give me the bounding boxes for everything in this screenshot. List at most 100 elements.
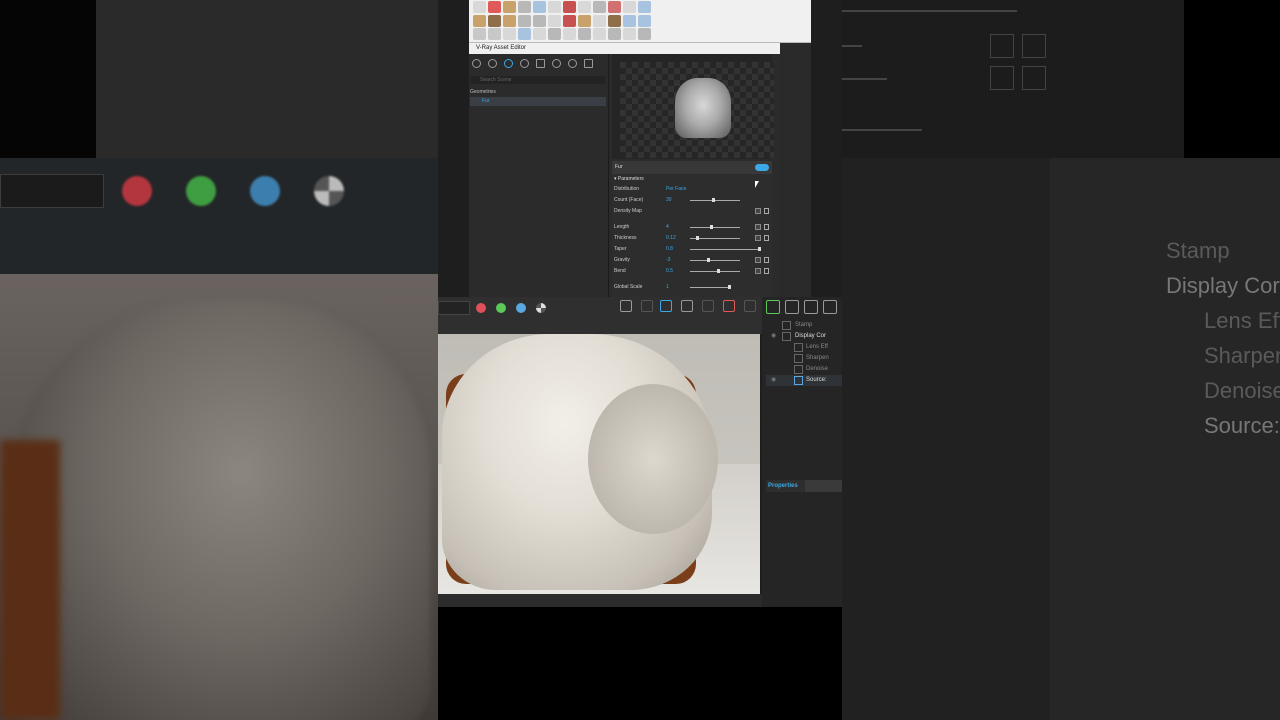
eye-icon[interactable]: ◉ [771,375,776,386]
line-tool-icon[interactable] [518,1,531,13]
slider-knob[interactable] [712,198,715,202]
save-layers-icon[interactable] [804,300,818,314]
eraser-icon[interactable] [488,1,501,13]
slider-knob[interactable] [758,247,761,251]
properties-tab[interactable] [805,480,842,492]
render-icon[interactable] [744,300,756,312]
layer-item[interactable]: Stamp [766,320,842,331]
scale-tool-icon[interactable] [608,1,621,13]
load-layers-icon[interactable] [823,300,837,314]
param-value-input[interactable]: -3 [666,257,670,264]
eye-icon[interactable]: ◉ [771,331,776,342]
move-tool-icon[interactable] [578,1,591,13]
material-icon[interactable] [503,15,516,27]
layer-item[interactable]: ◉ Display Cor [766,331,842,342]
render-elements-icon[interactable] [536,59,545,68]
settings-icon[interactable] [552,59,561,68]
track-mouse-icon[interactable] [681,300,693,312]
view-icon[interactable] [563,28,576,40]
rectangle-tool-icon[interactable] [548,1,561,13]
alpha-channel-button[interactable] [536,303,546,313]
layer-item[interactable]: Denoise [766,364,842,375]
slider-knob[interactable] [710,225,713,229]
search-input[interactable]: Search Scene [471,76,605,84]
view-icon[interactable] [578,28,591,40]
delete-layer-icon[interactable] [785,300,799,314]
render-icon[interactable] [568,59,577,68]
light-icon[interactable] [563,15,576,27]
material-icon[interactable] [473,15,486,27]
param-slider[interactable] [690,236,740,240]
orbit-icon[interactable] [473,28,486,40]
enable-checkbox[interactable] [764,235,769,241]
frame-buffer-icon[interactable] [584,59,593,68]
zoom-icon[interactable] [503,28,516,40]
interactive-render-icon[interactable] [702,300,714,312]
enable-checkbox[interactable] [764,224,769,230]
param-slider[interactable] [690,269,740,273]
param-slider[interactable] [690,258,740,262]
zoom-extents-icon[interactable] [518,28,531,40]
texture-slot[interactable] [755,224,761,230]
view-icon[interactable] [533,28,546,40]
view-icon[interactable] [548,28,561,40]
distribution-select[interactable]: Per Face [666,186,686,193]
view-icon[interactable] [593,28,606,40]
layer-item[interactable]: Lens Eff [766,342,842,353]
slider-knob[interactable] [707,258,710,262]
select-tool-icon[interactable] [473,1,486,13]
textures-icon[interactable] [520,59,529,68]
view-icon[interactable] [608,28,621,40]
enable-checkbox[interactable] [764,208,769,214]
proxy-icon[interactable] [548,15,561,27]
material-icon[interactable] [488,15,501,27]
param-slider[interactable] [690,225,740,229]
texture-slot[interactable] [755,235,761,241]
param-slider[interactable] [690,198,740,202]
arc-tool-icon[interactable] [623,15,636,27]
param-value-input[interactable]: 0.12 [666,235,676,242]
material-icon[interactable] [578,15,591,27]
arc-tool-icon[interactable] [638,15,651,27]
param-value-input[interactable]: 0.8 [666,246,673,253]
materials-icon[interactable] [472,59,481,68]
param-value-input[interactable]: 4 [666,224,669,231]
param-slider[interactable] [690,247,761,251]
param-value-input[interactable]: 30 [666,197,672,204]
view-icon[interactable] [623,28,636,40]
rotate-tool-icon[interactable] [593,1,606,13]
tape-measure-icon[interactable] [638,1,651,13]
material-icon[interactable] [608,15,621,27]
geometries-icon[interactable] [504,59,513,68]
texture-slot[interactable] [755,208,761,214]
param-value-input[interactable]: 1 [666,284,669,291]
enable-checkbox[interactable] [764,257,769,263]
slider-knob[interactable] [696,236,699,240]
fur-enable-toggle[interactable] [755,164,769,171]
layer-item[interactable]: Sharpen [766,353,842,364]
param-slider[interactable] [690,285,731,289]
layer-item[interactable]: ◉ Source: [766,375,842,386]
slider-knob[interactable] [728,285,731,289]
view-icon[interactable] [638,28,651,40]
save-all-icon[interactable] [641,300,653,312]
blue-channel-button[interactable] [516,303,526,313]
fur-icon[interactable] [533,15,546,27]
fur-icon[interactable] [518,15,531,27]
asset-list-item[interactable]: Fur [470,97,606,106]
enable-checkbox[interactable] [764,268,769,274]
render-viewport[interactable] [438,334,760,594]
slider-knob[interactable] [717,269,720,273]
stop-render-icon[interactable] [723,300,735,312]
green-channel-button[interactable] [496,303,506,313]
pan-icon[interactable] [488,28,501,40]
texture-slot[interactable] [755,257,761,263]
add-layer-icon[interactable] [766,300,780,314]
channel-dropdown[interactable] [438,301,470,315]
sphere-icon[interactable] [593,15,606,27]
push-pull-icon[interactable] [563,1,576,13]
save-icon[interactable] [620,300,632,312]
region-render-icon[interactable] [660,300,672,312]
lights-icon[interactable] [488,59,497,68]
texture-slot[interactable] [755,268,761,274]
